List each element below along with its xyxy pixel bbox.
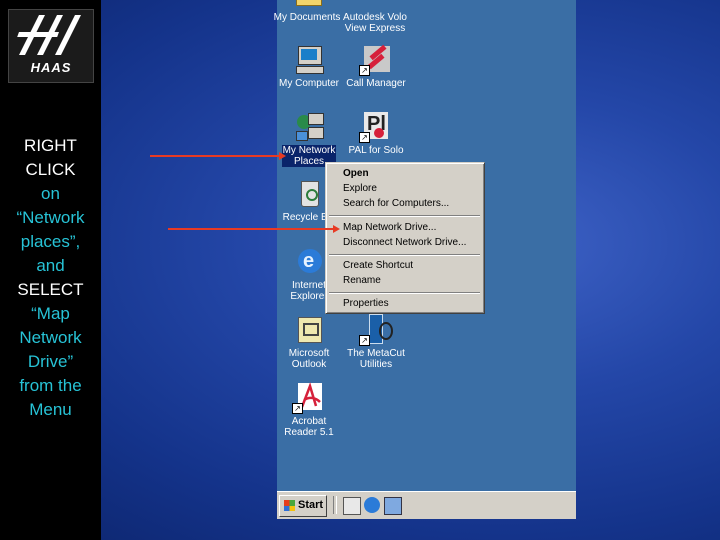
desktop-icon-network-places[interactable]: My Network Places [273, 111, 345, 169]
menu-item-explore[interactable]: Explore [343, 183, 377, 194]
instruction-line: “Map [31, 304, 70, 323]
shortcut-arrow-icon: ↗ [359, 65, 370, 76]
shortcut-arrow-icon: ↗ [292, 403, 303, 414]
instruction-line: from the [19, 376, 82, 395]
instruction-line: RIGHT [24, 136, 77, 155]
internet-explorer-quicklaunch-icon[interactable] [364, 497, 380, 513]
recycle-bin-icon [294, 178, 324, 208]
desktop-icon-my-documents[interactable]: My Documents [271, 0, 343, 23]
network-places-icon [294, 111, 324, 141]
folder-icon [292, 0, 322, 8]
autodesk-icon [360, 0, 390, 8]
show-desktop-icon[interactable] [343, 497, 361, 515]
taskbar-separator [333, 496, 337, 514]
icon-label: Call Manager [346, 78, 406, 89]
menu-item-rename[interactable]: Rename [343, 275, 381, 286]
menu-separator [329, 215, 480, 217]
desktop-icon-my-computer[interactable]: My Computer [273, 44, 345, 89]
computer-icon [294, 44, 324, 74]
desktop-icon-outlook[interactable]: Microsoft Outlook [273, 314, 345, 370]
icon-label: The MetaCut Utilities [347, 348, 405, 370]
instruction-line: Menu [29, 400, 72, 419]
outlook-express-quicklaunch-icon[interactable] [384, 497, 402, 515]
pal-icon: Pl ↗ [359, 111, 391, 143]
instruction-line: Drive” [27, 352, 74, 371]
icon-label: Microsoft Outlook [288, 348, 330, 370]
shortcut-arrow-icon: ↗ [359, 132, 370, 143]
menu-item-create-shortcut[interactable]: Create Shortcut [343, 260, 413, 271]
desktop-icon-acrobat[interactable]: ↗ Acrobat Reader 5.1 [273, 382, 345, 438]
start-button[interactable]: Start [279, 495, 327, 517]
internet-explorer-icon: e [294, 246, 324, 276]
icon-label: Acrobat Reader 5.1 [284, 416, 334, 438]
red-arrow-to-map-network-drive [168, 225, 340, 233]
context-menu: Open Explore Search for Computers... Map… [325, 162, 485, 314]
instruction-line: SELECT [17, 280, 84, 299]
icon-label: PAL for Solo [348, 145, 404, 156]
instruction-line: CLICK [25, 160, 76, 179]
call-manager-icon: ↗ [359, 44, 391, 76]
menu-item-search-computers[interactable]: Search for Computers... [343, 198, 449, 209]
instruction-line: Network [19, 328, 82, 347]
logo-text: HAAS [30, 60, 72, 75]
desktop-icon-pal[interactable]: Pl ↗ PAL for Solo [340, 111, 412, 156]
shortcut-arrow-icon: ↗ [359, 335, 370, 346]
instruction-line: “Network [16, 208, 85, 227]
icon-label: My Documents [273, 12, 341, 23]
start-label: Start [298, 499, 324, 511]
acrobat-icon: ↗ [292, 382, 324, 414]
menu-separator [329, 254, 480, 256]
haas-logo: HAAS [8, 9, 94, 83]
outlook-icon [294, 314, 324, 344]
menu-item-properties[interactable]: Properties [343, 298, 389, 309]
menu-item-open[interactable]: Open [343, 168, 369, 179]
instruction-panel: HAAS RIGHT CLICK on “Network places”, an… [0, 0, 101, 540]
red-arrow-to-network-places [150, 152, 286, 160]
icon-label: My Computer [278, 78, 339, 89]
desktop-icon-metacut[interactable]: ↗ The MetaCut Utilities [340, 314, 412, 370]
haas-logo-mark [17, 15, 81, 55]
menu-separator [329, 292, 480, 294]
metacut-icon: ↗ [359, 314, 393, 346]
instruction-text: RIGHT CLICK on “Network places”, and SEL… [0, 134, 101, 422]
instruction-line: and [36, 256, 65, 275]
icon-label: Autodesk Volo View Express [343, 12, 407, 34]
desktop-icon-call-manager[interactable]: ↗ Call Manager [340, 44, 412, 89]
desktop-icon-autodesk[interactable]: Autodesk Volo View Express [339, 0, 411, 34]
windows-logo-icon [284, 500, 295, 511]
instruction-line: places”, [20, 232, 81, 251]
menu-item-map-network-drive[interactable]: Map Network Drive... [343, 222, 436, 233]
taskbar: Start [277, 491, 576, 519]
instruction-line: on [41, 184, 60, 203]
menu-item-disconnect-network-drive[interactable]: Disconnect Network Drive... [343, 237, 466, 248]
